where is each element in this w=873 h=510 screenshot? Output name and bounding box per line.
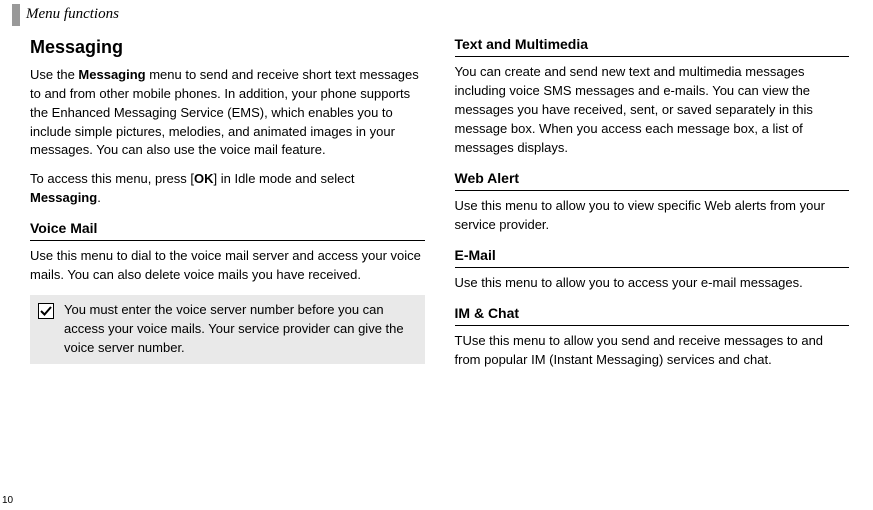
heading-email: E-Mail bbox=[455, 245, 850, 268]
text: To access this menu, press [ bbox=[30, 171, 194, 186]
heading-messaging: Messaging bbox=[30, 34, 425, 60]
page-header: Menu functions bbox=[0, 0, 873, 26]
paragraph-access-menu: To access this menu, press [OK] in Idle … bbox=[30, 170, 425, 208]
heading-voice-mail: Voice Mail bbox=[30, 218, 425, 241]
bold-messaging: Messaging bbox=[78, 67, 145, 82]
text: Use the bbox=[30, 67, 78, 82]
bold-ok: OK bbox=[194, 171, 214, 186]
note-text: You must enter the voice server number b… bbox=[64, 301, 417, 358]
text: . bbox=[97, 190, 101, 205]
paragraph-im-chat: TUse this menu to allow you send and rec… bbox=[455, 332, 850, 370]
content-columns: Messaging Use the Messaging menu to send… bbox=[0, 34, 873, 380]
note-box: You must enter the voice server number b… bbox=[30, 295, 425, 364]
header-bar-decoration bbox=[12, 4, 20, 26]
heading-text-multimedia: Text and Multimedia bbox=[455, 34, 850, 57]
paragraph-voice-mail: Use this menu to dial to the voice mail … bbox=[30, 247, 425, 285]
heading-web-alert: Web Alert bbox=[455, 168, 850, 191]
page-number: 10 bbox=[2, 494, 13, 509]
paragraph-text-multimedia: You can create and send new text and mul… bbox=[455, 63, 850, 157]
right-column: Text and Multimedia You can create and s… bbox=[455, 34, 850, 380]
text: ] in Idle mode and select bbox=[214, 171, 355, 186]
checkbox-icon bbox=[38, 303, 56, 319]
paragraph-messaging-intro: Use the Messaging menu to send and recei… bbox=[30, 66, 425, 160]
paragraph-email: Use this menu to allow you to access you… bbox=[455, 274, 850, 293]
paragraph-web-alert: Use this menu to allow you to view speci… bbox=[455, 197, 850, 235]
bold-messaging-2: Messaging bbox=[30, 190, 97, 205]
left-column: Messaging Use the Messaging menu to send… bbox=[30, 34, 425, 380]
heading-im-chat: IM & Chat bbox=[455, 303, 850, 326]
section-title: Menu functions bbox=[26, 4, 119, 26]
